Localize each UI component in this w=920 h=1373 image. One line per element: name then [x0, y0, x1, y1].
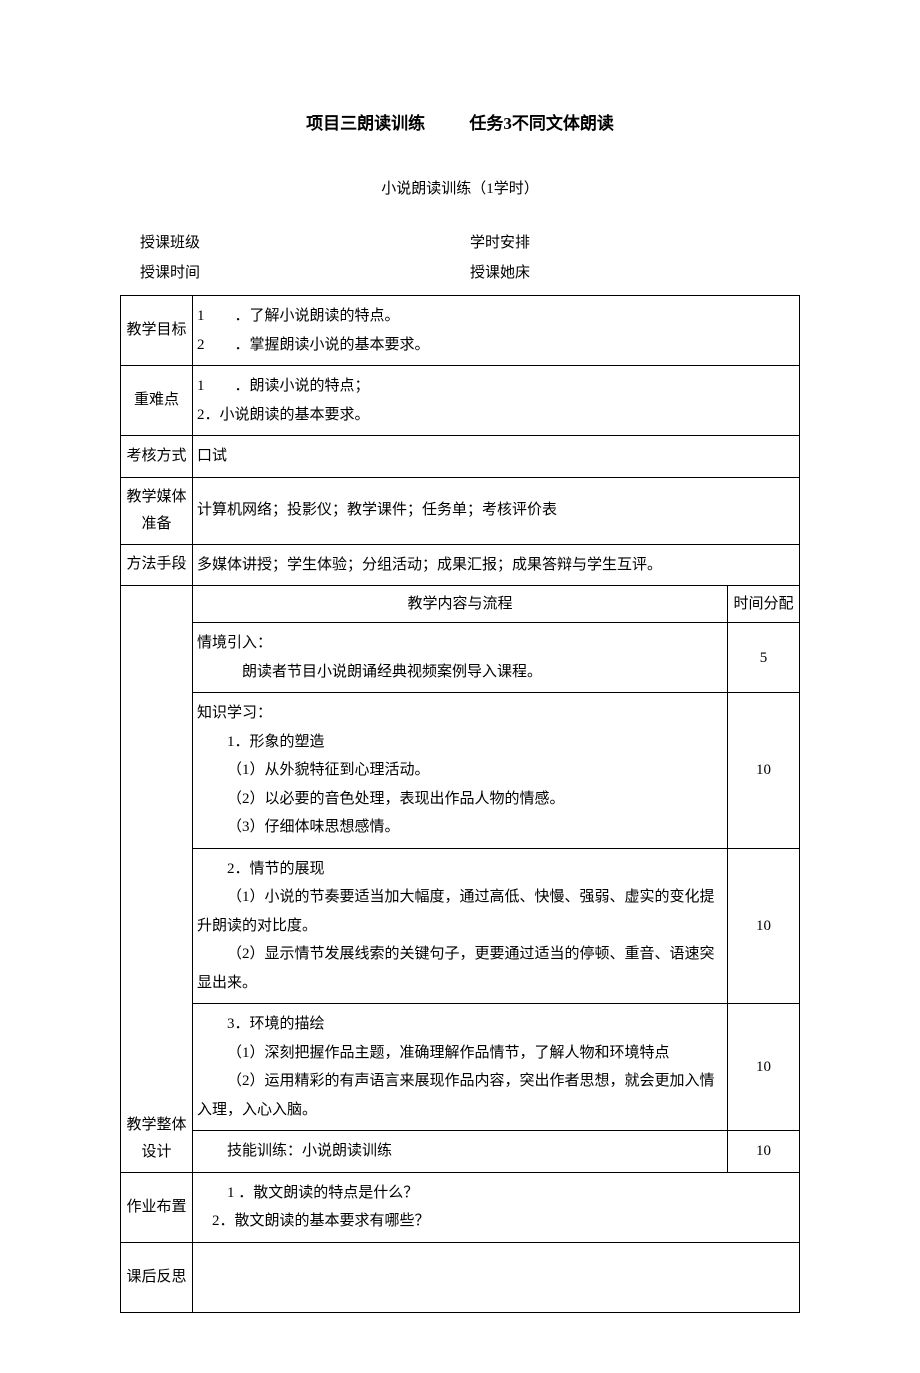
goal-label: 教学目标 [121, 296, 193, 366]
row-sec5: 技能训练：小说朗读训练 10 [121, 1131, 800, 1173]
row-sec1: 情境引入： 朗读者节目小说朗诵经典视频案例导入课程。 5 [121, 623, 800, 693]
sec2-time: 10 [728, 693, 800, 849]
row-homework: 作业布置 1 ．散文朗读的特点是什么？ 2．散文朗读的基本要求有哪些？ [121, 1172, 800, 1242]
hw-l1-num: 1 [197, 1185, 235, 1201]
sec4-l3: （2）运用精彩的有声语言来展现作品内容，突出作者思想，就会更加入情入理，入心入脑… [197, 1067, 723, 1124]
sec2-l4: （2）以必要的音色处理，表现出作品人物的情感。 [197, 785, 723, 814]
assess-value: 口试 [193, 436, 800, 478]
kp-line2: 2．小说朗读的基本要求。 [197, 407, 370, 423]
reflect-value [193, 1242, 800, 1312]
row-sec2: 知识学习： 1．形象的塑造 （1）从外貌特征到心理活动。 （2）以必要的音色处理… [121, 693, 800, 849]
design-label: 教学整体设计 [121, 586, 193, 1173]
method-label: 方法手段 [121, 544, 193, 586]
sec3-time: 10 [728, 848, 800, 1004]
class-label: 授课班级 [140, 235, 200, 251]
title-part1: 项目三朗读训练 [306, 114, 425, 133]
sec3-content: 2．情节的展现 （1）小说的节奏要适当加大幅度，通过高低、快慢、强弱、虚实的变化… [193, 848, 728, 1004]
media-label: 教学媒体准备 [121, 477, 193, 544]
goal-content: 1 ．了解小说朗读的特点。 2 ．掌握朗读小说的基本要求。 [193, 296, 800, 366]
sec4-content: 3．环境的描绘 （1）深刻把握作品主题，准确理解作品情节，了解人物和环境特点 （… [193, 1004, 728, 1131]
meta-row-1: 授课班级 学时安排 [120, 231, 800, 255]
sec1-l2: 朗读者节目小说朗诵经典视频案例导入课程。 [197, 658, 723, 687]
sec2-content: 知识学习： 1．形象的塑造 （1）从外貌特征到心理活动。 （2）以必要的音色处理… [193, 693, 728, 849]
homework-content: 1 ．散文朗读的特点是什么？ 2．散文朗读的基本要求有哪些？ [193, 1172, 800, 1242]
method-value: 多媒体讲授；学生体验；分组活动；成果汇报；成果答辩与学生互评。 [193, 544, 800, 586]
goal-line1-num: 1 [197, 308, 205, 324]
row-media: 教学媒体准备 计算机网络；投影仪；教学课件；任务单；考核评价表 [121, 477, 800, 544]
sec4-l2: （1）深刻把握作品主题，准确理解作品情节，了解人物和环境特点 [197, 1039, 723, 1068]
sec3-l2: （1）小说的节奏要适当加大幅度，通过高低、快慢、强弱、虚实的变化提升朗读的对比度… [197, 883, 723, 940]
reflect-label: 课后反思 [121, 1242, 193, 1312]
goal-line2-num: 2 [197, 337, 205, 353]
assess-label: 考核方式 [121, 436, 193, 478]
meta-row-2: 授课时间 授课她床 [120, 261, 800, 285]
sec5-content: 技能训练：小说朗读训练 [193, 1131, 728, 1173]
media-value: 计算机网络；投影仪；教学课件；任务单；考核评价表 [193, 477, 800, 544]
bed-label: 授课她床 [470, 265, 530, 281]
row-keypoints: 重难点 1 ．朗读小说的特点； 2．小说朗读的基本要求。 [121, 366, 800, 436]
goal-line2-text: ．掌握朗读小说的基本要求。 [235, 337, 430, 353]
row-method: 方法手段 多媒体讲授；学生体验；分组活动；成果汇报；成果答辩与学生互评。 [121, 544, 800, 586]
time-label: 授课时间 [140, 265, 200, 281]
homework-label: 作业布置 [121, 1172, 193, 1242]
sec4-l1: 3．环境的描绘 [197, 1010, 723, 1039]
sec1-time: 5 [728, 623, 800, 693]
sec1-l1: 情境引入： [197, 635, 272, 651]
sec4-time: 10 [728, 1004, 800, 1131]
keypoints-label: 重难点 [121, 366, 193, 436]
sec2-l1: 知识学习： [197, 705, 272, 721]
goal-line1-text: ．了解小说朗读的特点。 [235, 308, 400, 324]
row-assess: 考核方式 口试 [121, 436, 800, 478]
row-sec3: 2．情节的展现 （1）小说的节奏要适当加大幅度，通过高低、快慢、强弱、虚实的变化… [121, 848, 800, 1004]
row-goal: 教学目标 1 ．了解小说朗读的特点。 2 ．掌握朗读小说的基本要求。 [121, 296, 800, 366]
design-header-content: 教学内容与流程 [193, 586, 728, 623]
sec2-l2: 1．形象的塑造 [197, 728, 723, 757]
row-design-header: 教学整体设计 教学内容与流程 时间分配 [121, 586, 800, 623]
main-table: 教学目标 1 ．了解小说朗读的特点。 2 ．掌握朗读小说的基本要求。 重难点 1 ．朗… [120, 295, 800, 1313]
row-sec4: 3．环境的描绘 （1）深刻把握作品主题，准确理解作品情节，了解人物和环境特点 （… [121, 1004, 800, 1131]
sec3-l1: 2．情节的展现 [197, 855, 723, 884]
keypoints-content: 1 ．朗读小说的特点； 2．小说朗读的基本要求。 [193, 366, 800, 436]
kp-line1-num: 1 [197, 378, 205, 394]
subtitle: 小说朗读训练（1学时） [120, 177, 800, 201]
design-header-time: 时间分配 [728, 586, 800, 623]
hw-l2: 2．散文朗读的基本要求有哪些？ [197, 1213, 430, 1229]
title-part2: 任务3不同文体朗读 [469, 114, 614, 133]
kp-line1-text: ．朗读小说的特点； [235, 378, 370, 394]
sec5-l1: 技能训练：小说朗读训练 [197, 1137, 723, 1166]
sec2-l3: （1）从外貌特征到心理活动。 [197, 756, 723, 785]
page-title: 项目三朗读训练 任务3不同文体朗读 [120, 110, 800, 137]
hours-label: 学时安排 [470, 235, 530, 251]
sec3-l3: （2）显示情节发展线索的关键句子，更要通过适当的停顿、重音、语速突显出来。 [197, 940, 723, 997]
sec1-content: 情境引入： 朗读者节目小说朗诵经典视频案例导入课程。 [193, 623, 728, 693]
row-reflect: 课后反思 [121, 1242, 800, 1312]
hw-l1-text: ．散文朗读的特点是什么？ [238, 1185, 418, 1201]
sec5-time: 10 [728, 1131, 800, 1173]
sec2-l5: （3）仔细体味思想感情。 [197, 813, 723, 842]
